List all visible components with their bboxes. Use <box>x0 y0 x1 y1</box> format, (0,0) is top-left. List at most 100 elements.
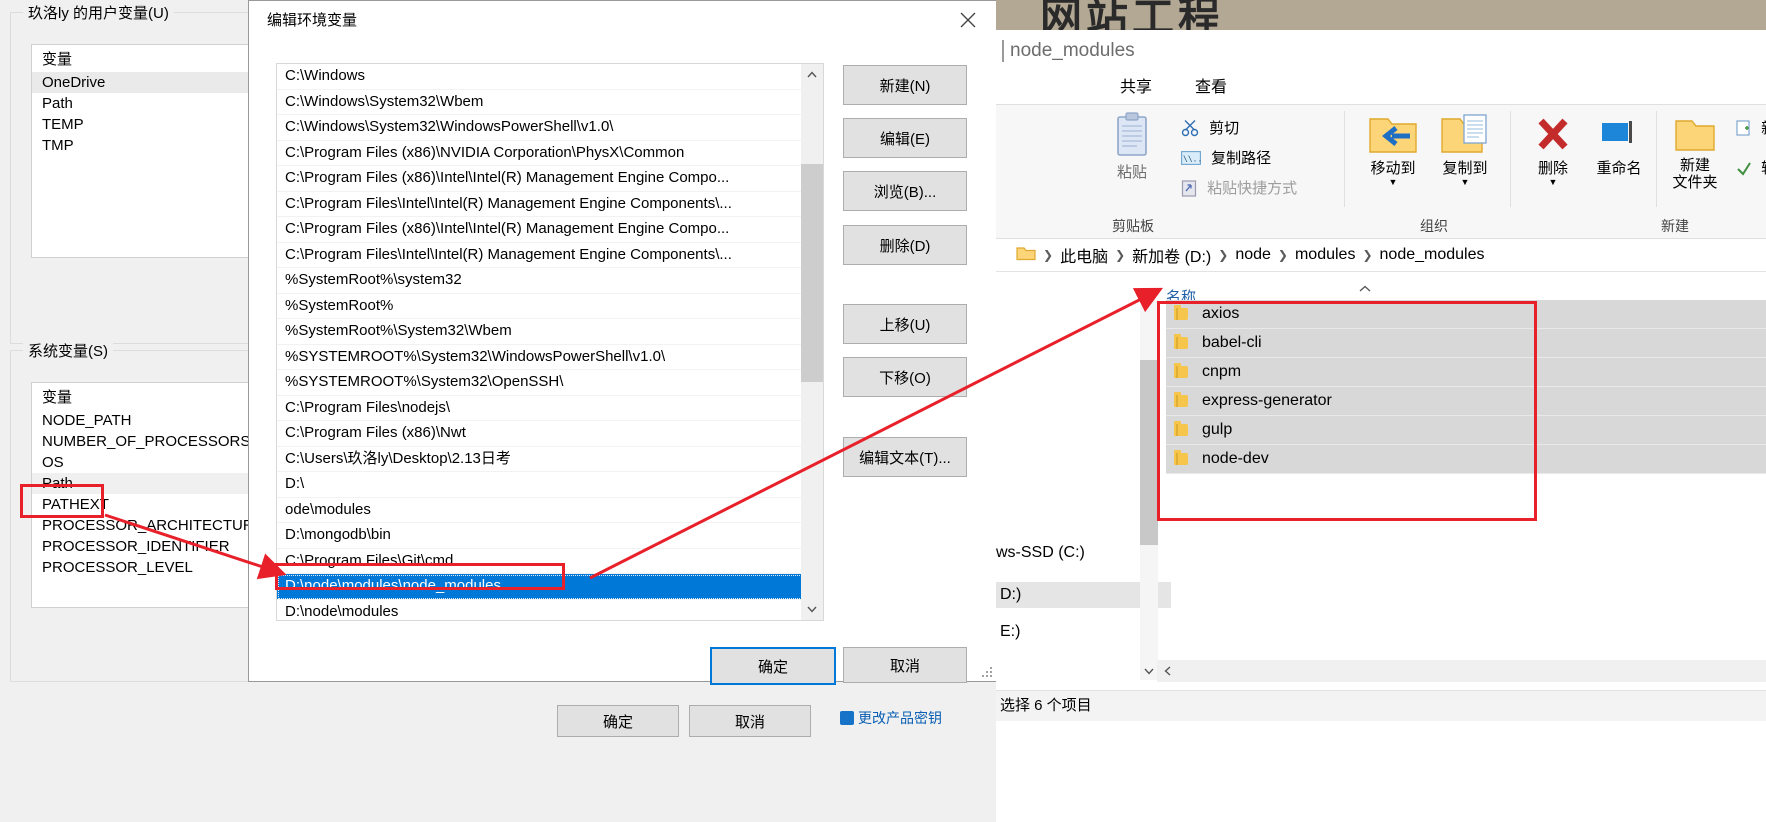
file-name: express-generator <box>1202 392 1332 409</box>
system-variable-row[interactable]: PROCESSOR_LEVEL <box>32 557 248 578</box>
path-row[interactable]: C:\Program Files (x86)\Intel\Intel(R) Ma… <box>277 217 823 243</box>
file-list[interactable]: axios babel-cli cnpm express-generator gulp n… <box>1166 300 1766 474</box>
path-row[interactable]: ode\modules <box>277 498 823 523</box>
move-up-button[interactable]: 上移(U) <box>843 304 967 344</box>
system-variable-row-path[interactable]: Path <box>32 473 248 494</box>
path-row[interactable]: %SystemRoot%\system32 <box>277 268 823 294</box>
copy-to-button[interactable]: 复制到 ▼ <box>1428 111 1502 187</box>
chevron-left-icon[interactable] <box>1157 660 1179 682</box>
system-variable-row[interactable]: PROCESSOR_ARCHITECTURE <box>32 515 248 536</box>
close-icon[interactable] <box>945 3 991 37</box>
dialog-cancel-button[interactable]: 取消 <box>843 647 967 683</box>
user-variables-listbox[interactable]: 变量 OneDrive Path TEMP TMP <box>31 44 249 258</box>
path-row[interactable]: C:\Program Files\nodejs\ <box>277 396 823 421</box>
chevron-down-icon[interactable]: ▼ <box>1428 178 1502 187</box>
scrollbar-thumb[interactable] <box>1140 360 1158 545</box>
breadcrumb-chevron-icon: ❯ <box>1362 248 1373 262</box>
path-row[interactable]: D:\ <box>277 472 823 498</box>
user-variable-row[interactable]: Path <box>32 93 248 114</box>
path-row[interactable]: C:\Users\玖洛ly\Desktop\2.13日考 <box>277 447 823 472</box>
path-row[interactable]: C:\Program Files\Intel\Intel(R) Manageme… <box>277 192 823 217</box>
chevron-down-icon[interactable] <box>801 598 823 620</box>
system-variable-row[interactable]: NODE_PATH <box>32 410 248 431</box>
cut-button[interactable]: 剪切 <box>1181 117 1239 138</box>
breadcrumb-item-modules[interactable]: modules <box>1295 246 1355 264</box>
path-list-scrollbar[interactable] <box>801 64 823 620</box>
file-row[interactable]: node-dev <box>1166 445 1766 474</box>
user-variable-row[interactable]: OneDrive <box>32 72 248 93</box>
path-row[interactable]: C:\Windows\System32\WindowsPowerShell\v1… <box>277 115 823 141</box>
path-row[interactable]: C:\Program Files (x86)\Nwt <box>277 421 823 447</box>
path-row[interactable]: D:\node\modules <box>277 600 823 621</box>
nav-drive-e[interactable]: E:) <box>1000 623 1020 641</box>
edit-path-button[interactable]: 编辑(E) <box>843 118 967 158</box>
move-down-button[interactable]: 下移(O) <box>843 357 967 397</box>
delete-path-button[interactable]: 删除(D) <box>843 225 967 265</box>
tab-share[interactable]: 共享 <box>1106 72 1166 104</box>
path-entries-listbox[interactable]: C:\Windows C:\Windows\System32\Wbem C:\Win… <box>276 63 824 621</box>
chevron-down-icon[interactable]: ▼ <box>1356 178 1430 187</box>
env-ok-button[interactable]: 确定 <box>557 705 679 737</box>
delete-button[interactable]: 删除 ▼ <box>1520 111 1586 187</box>
env-cancel-button[interactable]: 取消 <box>689 705 811 737</box>
copy-path-button[interactable]: \\.. 复制路径 <box>1181 147 1271 168</box>
nav-pane-scrollbar[interactable] <box>1140 300 1158 680</box>
new-folder-button[interactable]: 新建 文件夹 <box>1664 111 1726 191</box>
move-to-button[interactable]: 移动到 ▼ <box>1356 111 1430 187</box>
scrollbar-thumb[interactable] <box>801 164 823 382</box>
new-path-button[interactable]: 新建(N) <box>843 65 967 105</box>
dialog-ok-button[interactable]: 确定 <box>710 647 836 685</box>
path-row[interactable]: %SystemRoot% <box>277 294 823 319</box>
paste-button[interactable]: 粘贴 <box>1098 111 1166 182</box>
chevron-up-icon[interactable] <box>801 64 823 86</box>
change-product-key-link[interactable]: 更改产品密钥 <box>840 708 942 728</box>
system-variable-row[interactable]: PROCESSOR_IDENTIFIER <box>32 536 248 557</box>
path-row-selected[interactable]: D:\node\modules\node_modules <box>277 574 823 600</box>
user-variable-row[interactable]: TEMP <box>32 114 248 135</box>
title-caret <box>1002 40 1004 62</box>
path-row[interactable]: C:\Windows <box>277 64 823 90</box>
file-row[interactable]: cnpm <box>1166 358 1766 387</box>
system-variable-row[interactable]: PATHEXT <box>32 494 248 515</box>
file-row[interactable]: express-generator <box>1166 387 1766 416</box>
path-row[interactable]: C:\Program Files (x86)\Intel\Intel(R) Ma… <box>277 166 823 192</box>
new-folder-icon <box>1675 120 1715 151</box>
file-name: babel-cli <box>1202 334 1262 351</box>
chevron-up-icon[interactable] <box>1358 282 1372 297</box>
file-row[interactable]: babel-cli <box>1166 329 1766 358</box>
chevron-down-icon[interactable]: ▼ <box>1520 178 1586 187</box>
rename-button[interactable]: 重命名 <box>1586 111 1652 178</box>
resize-grip-icon[interactable] <box>981 666 993 678</box>
file-row[interactable]: gulp <box>1166 416 1766 445</box>
breadcrumb-item-drive[interactable]: 新加卷 (D:) <box>1132 243 1211 267</box>
system-variables-listbox[interactable]: 变量 NODE_PATH NUMBER_OF_PROCESSORS OS Pat… <box>31 382 249 608</box>
path-row[interactable]: %SystemRoot%\System32\Wbem <box>277 319 823 345</box>
breadcrumb[interactable]: ❯ 此电脑 ❯ 新加卷 (D:) ❯ node ❯ modules ❯ node… <box>996 239 1766 272</box>
system-variable-row[interactable]: OS <box>32 452 248 473</box>
file-row[interactable]: axios <box>1166 300 1766 329</box>
path-row[interactable]: C:\Program Files\Git\cmd <box>277 549 823 574</box>
new-item-button[interactable]: 新建 <box>1736 117 1766 138</box>
breadcrumb-item-node[interactable]: node <box>1235 246 1271 264</box>
edit-text-button[interactable]: 编辑文本(T)... <box>843 437 967 477</box>
file-name: axios <box>1202 305 1240 322</box>
path-row[interactable]: %SYSTEMROOT%\System32\OpenSSH\ <box>277 370 823 396</box>
path-row[interactable]: C:\Windows\System32\Wbem <box>277 90 823 115</box>
browse-path-button[interactable]: 浏览(B)... <box>843 171 967 211</box>
path-row[interactable]: D:\mongodb\bin <box>277 523 823 549</box>
chevron-down-icon[interactable] <box>1140 660 1158 682</box>
tab-view[interactable]: 查看 <box>1181 72 1241 104</box>
nav-drive-c[interactable]: ws-SSD (C:) <box>996 544 1085 562</box>
breadcrumb-item-node-modules[interactable]: node_modules <box>1380 246 1485 264</box>
user-variable-row[interactable]: TMP <box>32 135 248 156</box>
easy-access-button[interactable]: 轻松访 <box>1736 157 1766 178</box>
path-row[interactable]: C:\Program Files (x86)\NVIDIA Corporatio… <box>277 141 823 166</box>
new-folder-label-line2: 文件夹 <box>1672 174 1718 191</box>
breadcrumb-item-this-pc[interactable]: 此电脑 <box>1060 243 1108 267</box>
delete-label: 删除 <box>1537 160 1568 177</box>
svg-text:\\..: \\.. <box>1183 155 1201 164</box>
file-list-horizontal-scrollbar[interactable] <box>1157 660 1766 682</box>
system-variable-row[interactable]: NUMBER_OF_PROCESSORS <box>32 431 248 452</box>
path-row[interactable]: %SYSTEMROOT%\System32\WindowsPowerShell\… <box>277 345 823 370</box>
path-row[interactable]: C:\Program Files\Intel\Intel(R) Manageme… <box>277 243 823 268</box>
